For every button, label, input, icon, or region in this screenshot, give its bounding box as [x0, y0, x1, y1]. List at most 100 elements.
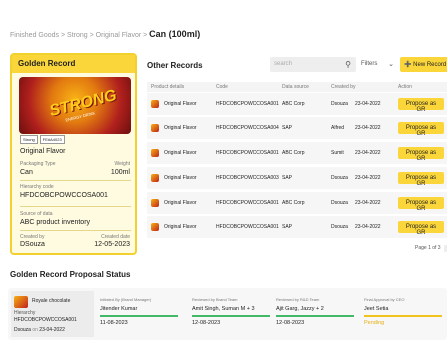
column-header: Code: [216, 84, 228, 90]
divider: [20, 180, 131, 181]
page-indicator: Page 1 of 3: [415, 245, 441, 251]
table-row: Original Flavor HFDCOBCPOWCCOSA004 SAP A…: [147, 117, 447, 139]
proposal-product-card: Royale chocolate Hierarchy HFDCOBCPOWCCO…: [11, 291, 94, 337]
stage-date: 12-08-2023: [276, 320, 305, 326]
breadcrumb-original-flavor[interactable]: Original Flavor: [96, 32, 142, 39]
filters-label: Filters: [361, 61, 378, 67]
divider: [20, 206, 131, 207]
stage-rnd-review: Reviewed by R&D Team Ajit Garg, Jazzy + …: [276, 293, 356, 339]
stage-label: Initiated By (Brand Manager): [100, 297, 152, 302]
propose-as-gr-button[interactable]: Propose as GR: [398, 98, 444, 113]
product-thumbnail: [151, 100, 159, 108]
divider: [20, 230, 131, 231]
row-source: ABC Corp: [282, 150, 305, 156]
product-thumbnail: [151, 174, 159, 182]
row-date: 23-04-2022: [355, 101, 381, 107]
hierarchy-value: HFDCOBCPOWCCOSA001: [20, 192, 108, 199]
row-source: SAP: [282, 125, 293, 131]
propose-as-gr-button[interactable]: Propose as GR: [398, 172, 444, 187]
propose-as-gr-button[interactable]: Propose as GR: [398, 221, 444, 236]
proposal-product-name: Royale chocolate: [32, 298, 71, 304]
stage-progress-line: [364, 315, 442, 317]
search-placeholder: search: [274, 61, 293, 67]
propose-as-gr-button[interactable]: Propose as GR: [398, 147, 444, 162]
filters-dropdown[interactable]: Filters ⌄: [357, 57, 397, 72]
proposal-user: Dsouza: [14, 327, 31, 333]
tag-brand: Strong: [20, 135, 38, 144]
row-product: Original Flavor: [164, 125, 197, 131]
row-date: 23-04-2022: [355, 200, 381, 206]
source-value: ABC product inventory: [20, 219, 91, 226]
row-date: 23-04-2022: [355, 175, 381, 181]
row-source: ABC Corp: [282, 101, 305, 107]
product-thumbnail: [151, 124, 159, 132]
proposal-created: Dsouza on 23-04-2022: [14, 327, 65, 333]
product-image: STRONG ENERGY DRINK: [19, 77, 131, 134]
product-thumbnail: [151, 199, 159, 207]
proposal-date: 23-04-2022: [39, 327, 65, 333]
row-product: Original Flavor: [164, 175, 197, 181]
row-code: HFDCOBCPOWCCOSA003: [216, 175, 279, 181]
tag-list: Strong FE#A4023: [20, 135, 65, 144]
stage-progress-line: [276, 315, 354, 317]
stage-progress-line: [192, 315, 270, 317]
stage-name: Ajit Garg, Jazzy + 2: [276, 306, 324, 312]
row-product: Original Flavor: [164, 150, 197, 156]
row-code: HFDCOBCPOWCCOSA004: [216, 125, 279, 131]
search-input[interactable]: search ⚲: [270, 57, 356, 72]
stage-date: 11-08-2023: [100, 320, 128, 326]
proposal-status-title: Golden Record Proposal Status: [10, 270, 131, 279]
stage-label: Final Approval by CEO: [364, 297, 405, 302]
column-header: Action: [398, 84, 412, 90]
row-code: HFDCOBCPOWCCOSA001: [216, 224, 279, 230]
row-product: Original Flavor: [164, 224, 197, 230]
breadcrumb-separator: >: [89, 32, 94, 39]
table-row: Original Flavor HFDCOBCPOWCCOSA001 SAP D…: [147, 216, 447, 238]
row-source: SAP: [282, 175, 293, 181]
table-row: Original Flavor HFDCOBCPOWCCOSA003 SAP D…: [147, 167, 447, 189]
chevron-down-icon: ⌄: [388, 61, 394, 68]
breadcrumb: Finished Goods > Strong > Original Flavo…: [10, 29, 200, 39]
stage-label: Reviewed by R&D Team: [276, 297, 320, 302]
created-by-label: Created by: [20, 234, 45, 240]
new-record-button[interactable]: ➕ New Record: [400, 57, 447, 72]
golden-record-title: Golden Record: [12, 55, 135, 73]
plus-icon: ➕: [404, 62, 412, 68]
proposal-hierarchy-value: HFDCOBCPOWCCOSA001: [14, 317, 77, 323]
pagination: Page 1 of 3 ‹›: [415, 245, 447, 252]
row-user: Sumit: [331, 150, 344, 156]
stage-status: Pending: [364, 320, 385, 326]
search-icon: ⚲: [345, 60, 351, 69]
column-header: Data source: [282, 84, 309, 90]
weight-value: 100ml: [110, 169, 130, 176]
other-records-title: Other Records: [147, 61, 203, 70]
stage-ceo-approval: Final Approval by CEO Jeet Setia Pending: [364, 293, 444, 339]
propose-as-gr-button[interactable]: Propose as GR: [398, 197, 444, 212]
row-user: Dsouza: [331, 101, 348, 107]
row-date: 23-04-2022: [355, 224, 381, 230]
proposal-status-panel: Royale chocolate Hierarchy HFDCOBCPOWCCO…: [8, 288, 447, 340]
table-row: Original Flavor HFDCOBCPOWCCOSA001 ABC C…: [147, 142, 447, 164]
stage-label: Reviewed by Brand Team: [192, 297, 238, 302]
table-header: Product details Code Data source Created…: [147, 82, 447, 92]
new-record-label: New Record: [413, 62, 447, 68]
breadcrumb-separator: >: [60, 32, 66, 39]
row-user: Alfred: [331, 125, 345, 131]
product-thumbnail: [151, 223, 159, 231]
page-title: Can (100ml): [149, 29, 201, 39]
propose-as-gr-button[interactable]: Propose as GR: [398, 122, 444, 137]
row-date: 23-04-2022: [355, 150, 381, 156]
golden-record-card: Golden Record STRONG ENERGY DRINK Strong…: [10, 53, 137, 255]
product-thumbnail: [151, 149, 159, 157]
product-name: Original Flavor: [20, 148, 66, 155]
row-product: Original Flavor: [164, 200, 197, 206]
tag-id: FE#A4023: [39, 135, 65, 144]
column-header: Created by: [331, 84, 356, 90]
row-code: HFDCOBCPOWCCOSA001: [216, 200, 279, 206]
stage-name: Jitender Kumar: [100, 306, 138, 312]
breadcrumb-strong[interactable]: Strong: [67, 32, 88, 39]
breadcrumb-finished-goods[interactable]: Finished Goods: [10, 32, 59, 39]
proposal-on-text: on: [32, 327, 38, 333]
stage-initiated: Initiated By (Brand Manager) Jitender Ku…: [100, 293, 180, 339]
breadcrumb-separator: >: [143, 32, 148, 39]
